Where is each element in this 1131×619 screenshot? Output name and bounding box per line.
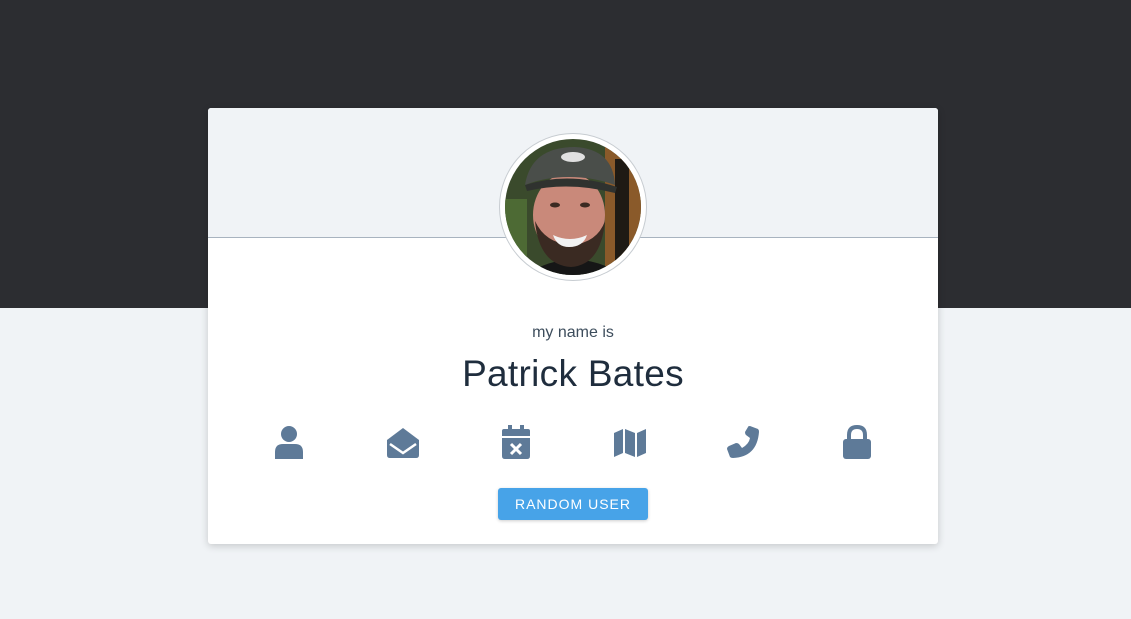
user-icon[interactable] (269, 422, 309, 462)
avatar (499, 133, 647, 281)
field-label: my name is (532, 324, 614, 341)
lock-icon[interactable] (837, 422, 877, 462)
info-icon-bar (208, 422, 938, 462)
calendar-x-icon[interactable] (496, 422, 536, 462)
envelope-open-icon[interactable] (383, 422, 423, 462)
map-icon[interactable] (610, 422, 650, 462)
avatar-photo (505, 139, 641, 275)
phone-icon[interactable] (723, 422, 763, 462)
random-user-button[interactable]: RANDOM USER (498, 488, 648, 520)
field-value: Patrick Bates (462, 353, 684, 394)
user-card: my name is Patrick Bates RANDOM USER (208, 108, 938, 544)
